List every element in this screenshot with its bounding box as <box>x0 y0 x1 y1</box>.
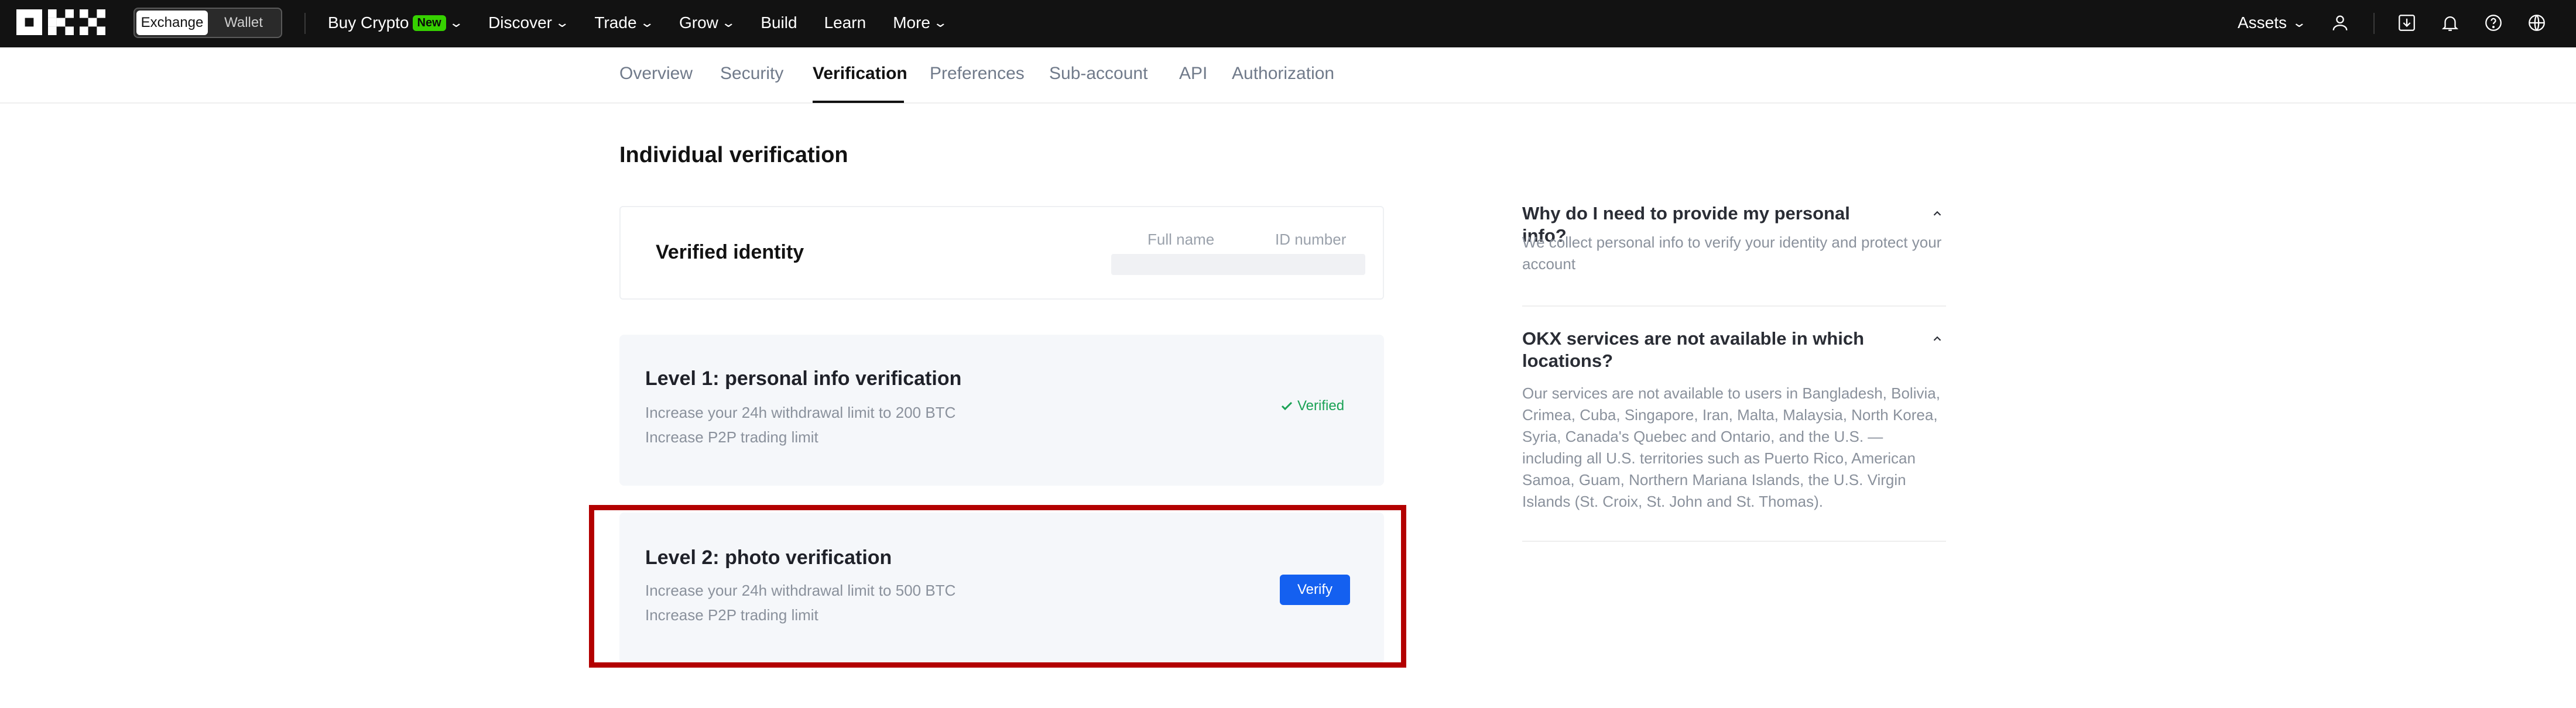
tab-authorization[interactable]: Authorization <box>1232 64 1334 84</box>
help-icon[interactable] <box>2481 11 2506 35</box>
chevron-down-icon: ⌄ <box>554 15 570 30</box>
faq-item-locations: OKX services are not available in which … <box>1522 328 1946 542</box>
account-tabs: Overview Security Verification Preferenc… <box>0 47 2576 104</box>
chevron-down-icon: ⌄ <box>448 15 464 30</box>
tab-security[interactable]: Security <box>720 64 783 84</box>
nav-build-label: Build <box>761 13 797 32</box>
faq-answer-personal-info: We collect personal info to verify your … <box>1522 233 1942 273</box>
nav-divider <box>2373 13 2375 34</box>
page-title: Individual verification <box>619 143 848 167</box>
chevron-up-icon[interactable] <box>1928 205 1946 222</box>
tab-overview[interactable]: Overview <box>619 64 693 84</box>
nav-divider <box>304 13 306 34</box>
nav-grow[interactable]: Grow ⌄ <box>679 13 736 32</box>
faq-answer-locations: Our services are not available to users … <box>1522 384 1940 510</box>
wallet-toggle-option[interactable]: Wallet <box>208 11 279 35</box>
verified-identity-title: Verified identity <box>656 241 804 263</box>
new-badge: New <box>412 15 446 31</box>
nav-buy-crypto[interactable]: Buy Crypto New ⌄ <box>328 13 464 32</box>
level-1-desc-p2p: Increase P2P trading limit <box>645 428 818 446</box>
level-1-desc-withdrawal: Increase your 24h withdrawal limit to 20… <box>645 404 956 421</box>
verified-label: Verified <box>1297 398 1345 414</box>
verified-status: Verified <box>1280 398 1344 414</box>
download-icon[interactable] <box>2395 11 2419 35</box>
nav-more[interactable]: More ⌄ <box>893 13 948 32</box>
full-name-header: Full name <box>1147 231 1215 248</box>
chevron-up-icon[interactable] <box>1928 330 1946 348</box>
chevron-down-icon: ⌄ <box>933 15 948 30</box>
tab-sub-account[interactable]: Sub-account <box>1049 64 1147 84</box>
id-number-header: ID number <box>1275 231 1347 248</box>
nav-buy-crypto-label: Buy Crypto <box>328 13 409 32</box>
exchange-wallet-toggle: Exchange Wallet <box>133 8 282 38</box>
nav-learn-label: Learn <box>824 13 866 32</box>
check-icon <box>1281 401 1293 411</box>
nav-more-label: More <box>893 13 930 32</box>
globe-icon[interactable] <box>2524 11 2549 35</box>
faq-item-personal-info: Why do I need to provide my personal inf… <box>1522 202 1946 307</box>
main-nav-links: Buy Crypto New ⌄ Discover ⌄ Trade ⌄ Grow… <box>328 0 972 46</box>
verified-identity-card: Verified identity Full name ID number <box>619 206 1384 300</box>
faq-question-locations[interactable]: OKX services are not available in which … <box>1522 328 1897 372</box>
nav-build[interactable]: Build <box>761 13 797 32</box>
nav-trade[interactable]: Trade ⌄ <box>594 13 655 32</box>
nav-grow-label: Grow <box>679 13 718 32</box>
chevron-down-icon: ⌄ <box>2291 15 2307 30</box>
active-tab-indicator <box>813 101 904 103</box>
chevron-down-icon: ⌄ <box>721 15 736 30</box>
tab-api[interactable]: API <box>1179 64 1207 84</box>
nav-trade-label: Trade <box>594 13 637 32</box>
nav-discover-label: Discover <box>488 13 552 32</box>
bell-icon[interactable] <box>2438 11 2462 35</box>
level-1-title: Level 1: personal info verification <box>645 367 962 390</box>
identity-values-placeholder <box>1111 254 1365 275</box>
exchange-toggle-option[interactable]: Exchange <box>136 11 208 35</box>
assets-label: Assets <box>2238 13 2287 32</box>
user-icon[interactable] <box>2328 11 2352 35</box>
tab-verification[interactable]: Verification <box>813 64 907 84</box>
assets-menu[interactable]: Assets ⌄ <box>2238 0 2307 46</box>
chevron-down-icon: ⌄ <box>639 15 655 30</box>
top-navigation-bar: Exchange Wallet Buy Crypto New ⌄ Discove… <box>0 0 2576 47</box>
okx-logo-icon <box>16 9 105 35</box>
okx-logo[interactable] <box>16 9 105 35</box>
highlight-frame <box>589 505 1406 668</box>
nav-discover[interactable]: Discover ⌄ <box>488 13 570 32</box>
nav-learn[interactable]: Learn <box>824 13 866 32</box>
tab-preferences[interactable]: Preferences <box>930 64 1025 84</box>
level-1-card: Level 1: personal info verification Incr… <box>619 335 1384 486</box>
